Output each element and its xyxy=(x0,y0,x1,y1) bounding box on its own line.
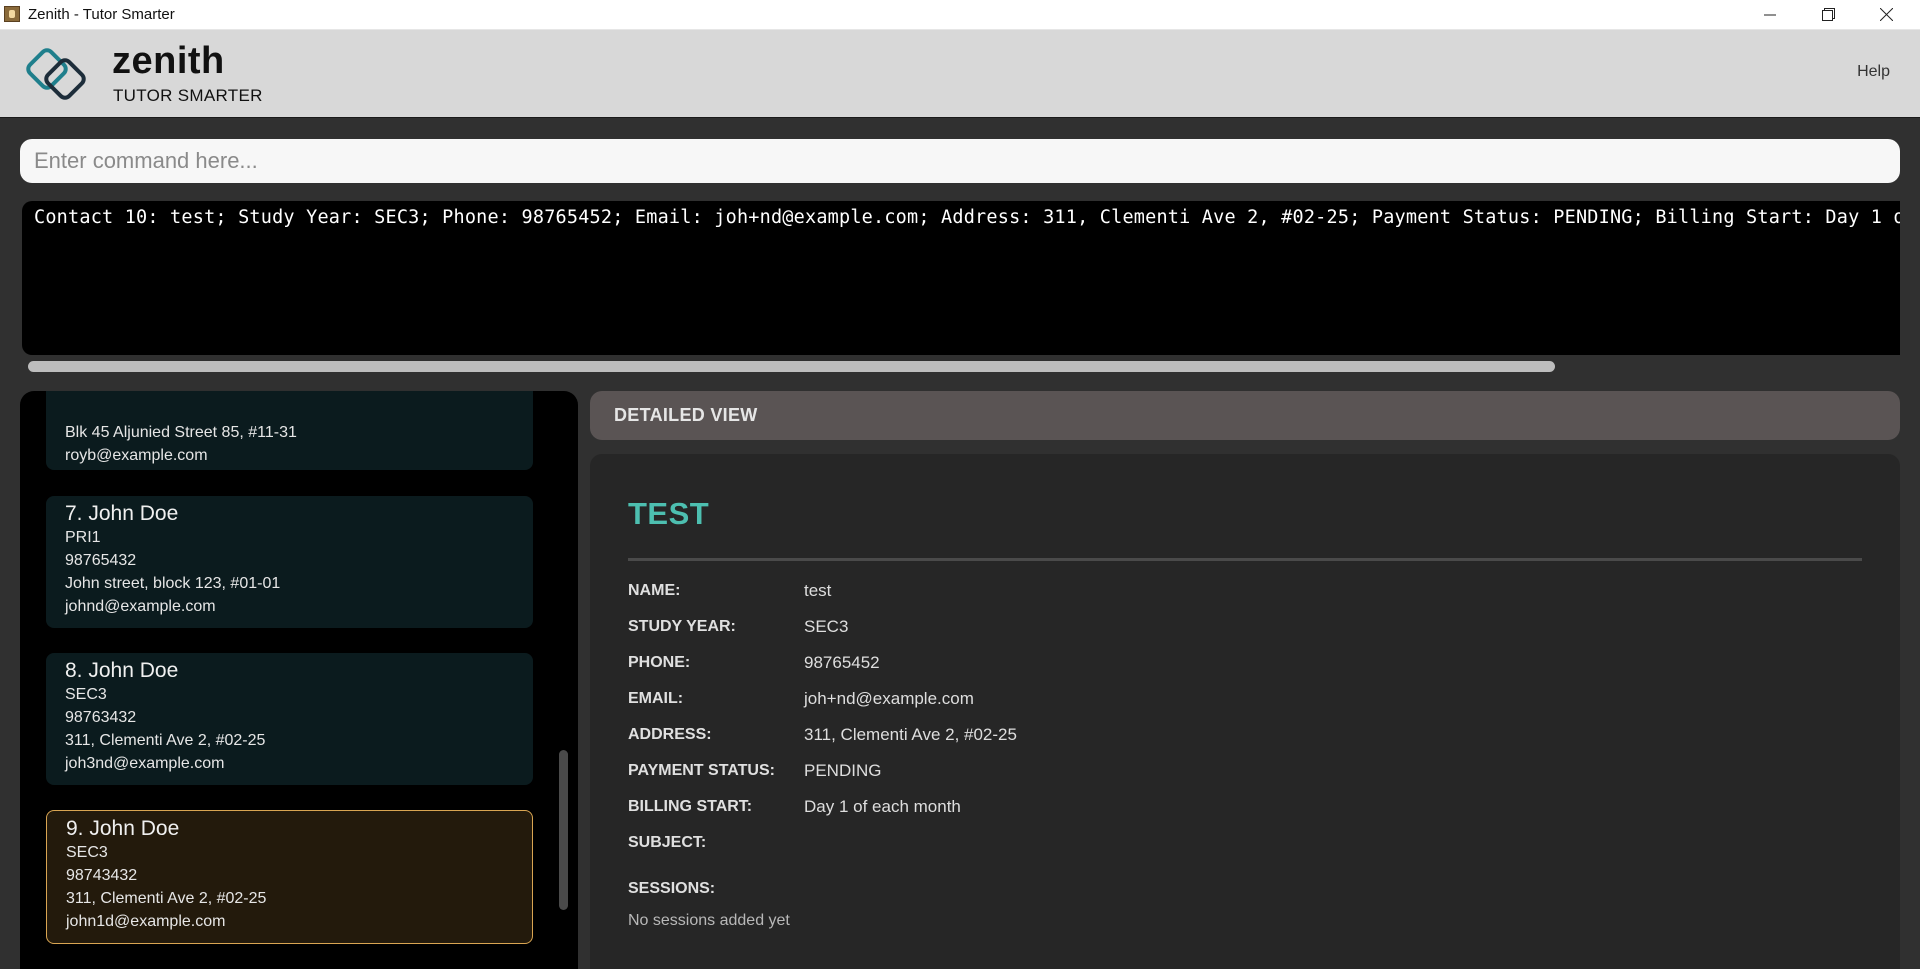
detail-title: TEST xyxy=(628,496,710,531)
result-text: Contact 10: test; Study Year: SEC3; Phon… xyxy=(34,207,1900,228)
list-item[interactable]: 8. John Doe SEC3 98763432 311, Clementi … xyxy=(46,653,533,785)
restore-button[interactable] xyxy=(1799,0,1857,29)
contact-study-year: PRI1 xyxy=(65,529,101,546)
contact-address: John street, block 123, #01-01 xyxy=(65,575,281,592)
contact-name: 8. John Doe xyxy=(65,659,179,682)
contact-phone: 98763432 xyxy=(65,709,137,726)
result-horizontal-scrollbar[interactable] xyxy=(28,361,1555,372)
contact-address: 311, Clementi Ave 2, #02-25 xyxy=(65,732,266,749)
field-label-billing-start: BILLING START: xyxy=(628,798,753,815)
sessions-empty-text: No sessions added yet xyxy=(628,912,790,929)
field-label-payment-status: PAYMENT STATUS: xyxy=(628,762,775,779)
zenith-logo-icon xyxy=(26,48,86,100)
contact-name: 9. John Doe xyxy=(66,817,180,840)
contact-study-year: SEC3 xyxy=(66,844,108,861)
contact-email: joh3nd@example.com xyxy=(65,755,225,772)
list-vertical-scrollbar[interactable] xyxy=(559,750,568,910)
minimize-icon xyxy=(1764,14,1776,15)
brand-name: zenith xyxy=(112,40,225,82)
minimize-button[interactable] xyxy=(1741,0,1799,29)
field-label-address: ADDRESS: xyxy=(628,726,712,743)
contact-address: Blk 45 Aljunied Street 85, #11-31 xyxy=(65,424,297,441)
field-value-phone: 98765452 xyxy=(804,653,880,672)
list-item-selected[interactable]: 9. John Doe SEC3 98743432 311, Clementi … xyxy=(46,810,533,944)
contact-email: royb@example.com xyxy=(65,447,208,464)
field-label-study-year: STUDY YEAR: xyxy=(628,618,736,635)
contact-phone: 98743432 xyxy=(66,867,138,884)
window-titlebar: Zenith - Tutor Smarter xyxy=(0,0,1920,30)
contact-phone: 98765432 xyxy=(65,552,137,569)
detailed-view-heading: DETAILED VIEW xyxy=(614,405,758,425)
field-value-study-year: SEC3 xyxy=(804,617,849,636)
field-value-billing-start: Day 1 of each month xyxy=(804,797,961,816)
command-input[interactable] xyxy=(20,139,1900,183)
contact-study-year: SEC3 xyxy=(65,686,107,703)
close-icon xyxy=(1879,8,1893,21)
contact-address: 311, Clementi Ave 2, #02-25 xyxy=(66,890,267,907)
app-icon xyxy=(4,6,20,22)
field-label-subject: SUBJECT: xyxy=(628,834,707,851)
list-item[interactable]: Blk 45 Aljunied Street 85, #11-31 royb@e… xyxy=(46,391,533,470)
contact-email: johnd@example.com xyxy=(65,598,216,615)
field-label-phone: PHONE: xyxy=(628,654,691,671)
app-header: zenith TUTOR SMARTER Help xyxy=(0,30,1920,118)
brand-tagline: TUTOR SMARTER xyxy=(113,86,263,105)
divider xyxy=(628,558,1862,561)
window-title: Zenith - Tutor Smarter xyxy=(28,6,175,23)
detailed-view-panel: TEST NAME: test STUDY YEAR: SEC3 PHONE: … xyxy=(590,454,1900,969)
help-menu[interactable]: Help xyxy=(1857,63,1890,81)
list-item[interactable]: 7. John Doe PRI1 98765432 John street, b… xyxy=(46,496,533,628)
field-label-email: EMAIL: xyxy=(628,690,684,707)
field-value-address: 311, Clementi Ave 2, #02-25 xyxy=(804,725,1017,744)
contact-email: john1d@example.com xyxy=(66,913,226,930)
detailed-view-header: DETAILED VIEW xyxy=(590,391,1900,440)
close-button[interactable] xyxy=(1857,0,1915,29)
sessions-label: SESSIONS: xyxy=(628,880,716,897)
restore-icon xyxy=(1821,8,1835,21)
contact-name: 7. John Doe xyxy=(65,502,179,525)
field-value-name: test xyxy=(804,581,832,600)
field-label-name: NAME: xyxy=(628,582,681,599)
contact-list-panel[interactable]: Blk 45 Aljunied Street 85, #11-31 royb@e… xyxy=(20,391,578,969)
result-display[interactable]: Contact 10: test; Study Year: SEC3; Phon… xyxy=(22,201,1900,355)
field-value-email: joh+nd@example.com xyxy=(804,689,974,708)
field-value-payment-status: PENDING xyxy=(804,761,882,780)
